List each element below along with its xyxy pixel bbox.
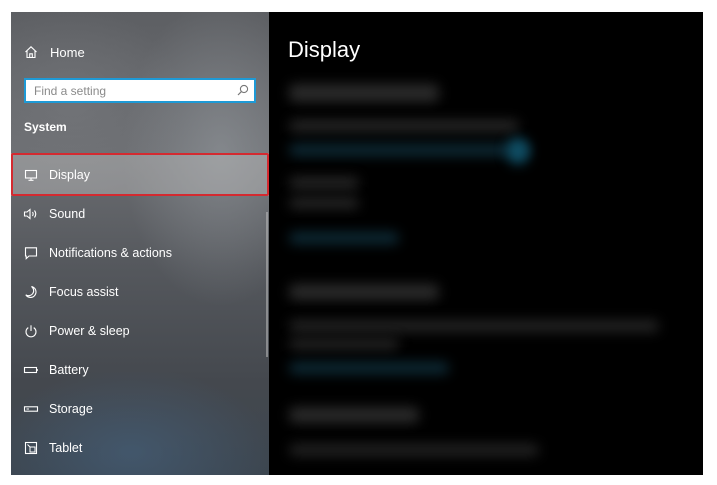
home-label: Home	[50, 44, 85, 60]
blurred-text	[289, 177, 359, 189]
blurred-link	[289, 144, 529, 156]
sidebar: Home System Displ	[11, 12, 269, 475]
tablet-icon	[23, 440, 39, 456]
sidebar-item-tablet[interactable]: Tablet	[11, 428, 269, 467]
home-icon	[24, 44, 40, 60]
blurred-heading	[289, 284, 439, 300]
blurred-text	[289, 120, 519, 132]
storage-icon	[23, 401, 39, 417]
sidebar-item-label: Focus assist	[49, 284, 119, 299]
power-icon	[23, 323, 39, 339]
nav-list: Display Sound Notifications & actions Fo…	[11, 153, 269, 467]
sidebar-item-label: Storage	[49, 401, 93, 416]
sidebar-item-label: Power & sleep	[49, 323, 130, 338]
blurred-heading	[289, 407, 419, 423]
sidebar-item-notifications[interactable]: Notifications & actions	[11, 233, 269, 272]
speaker-icon	[23, 206, 39, 222]
sidebar-scrollbar[interactable]	[266, 212, 268, 357]
settings-window: Home System Displ	[11, 12, 703, 475]
search-icon[interactable]	[236, 83, 250, 97]
blurred-accent	[507, 138, 529, 164]
search-box[interactable]	[24, 78, 256, 103]
sidebar-item-storage[interactable]: Storage	[11, 389, 269, 428]
monitor-icon	[23, 167, 39, 183]
notification-icon	[23, 245, 39, 261]
sidebar-item-display[interactable]: Display	[11, 153, 269, 196]
sidebar-item-label: Tablet	[49, 440, 83, 455]
battery-icon	[23, 362, 39, 378]
sidebar-item-focus-assist[interactable]: Focus assist	[11, 272, 269, 311]
blurred-text	[289, 338, 399, 350]
sidebar-item-label: Sound	[49, 206, 86, 221]
content-pane: Display	[269, 12, 703, 475]
sidebar-item-battery[interactable]: Battery	[11, 350, 269, 389]
blurred-link	[289, 232, 399, 244]
sidebar-item-label: Notifications & actions	[49, 245, 172, 260]
sidebar-item-label: Display	[49, 167, 90, 182]
blurred-text	[289, 320, 659, 332]
blurred-text	[289, 197, 359, 209]
search-input[interactable]	[26, 80, 234, 101]
moon-icon	[23, 284, 39, 300]
blurred-heading	[289, 84, 439, 102]
sidebar-item-label: Battery	[49, 362, 89, 377]
blurred-link	[289, 362, 449, 374]
sidebar-item-power-sleep[interactable]: Power & sleep	[11, 311, 269, 350]
home-button[interactable]: Home	[24, 43, 85, 61]
sidebar-item-sound[interactable]: Sound	[11, 194, 269, 233]
blurred-text	[289, 444, 539, 456]
section-title: System	[24, 120, 67, 134]
page-title: Display	[288, 37, 361, 62]
